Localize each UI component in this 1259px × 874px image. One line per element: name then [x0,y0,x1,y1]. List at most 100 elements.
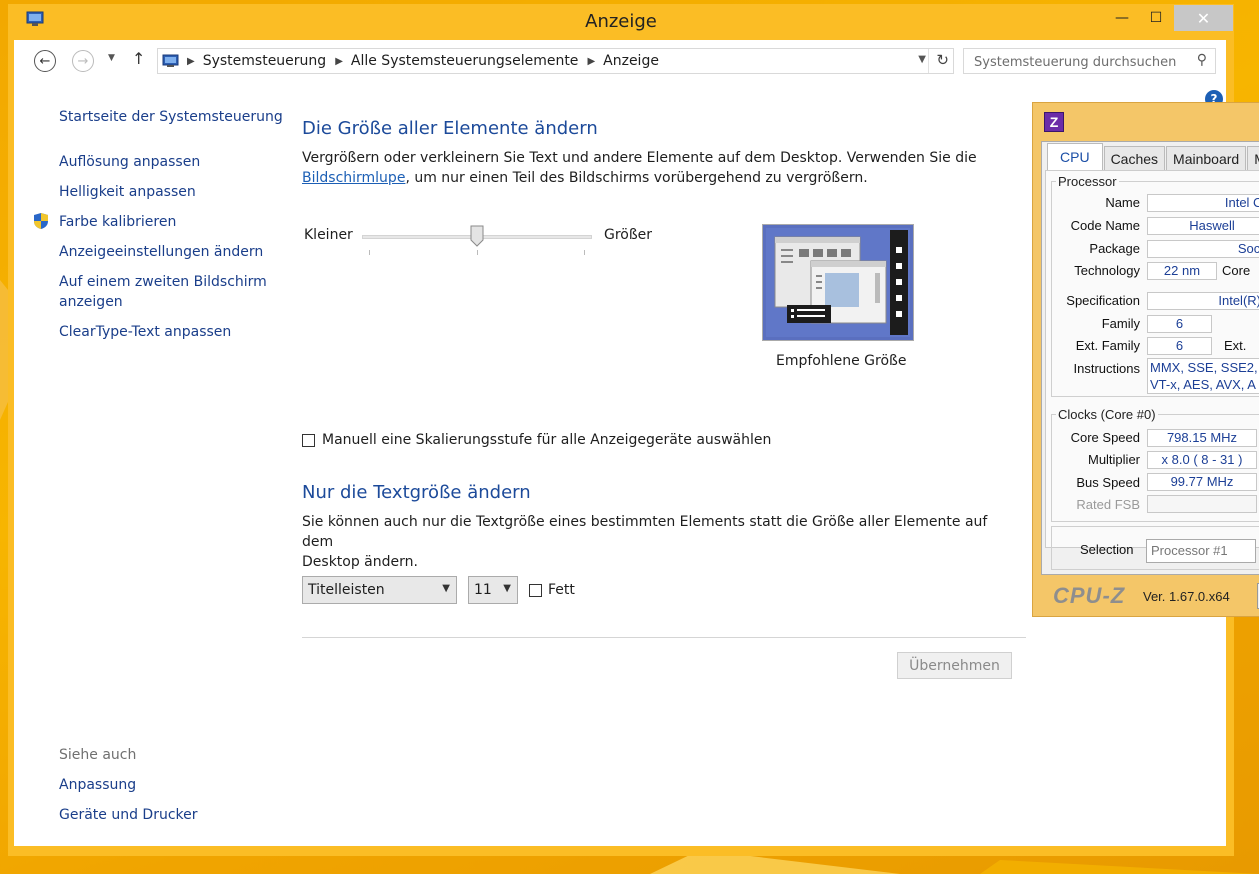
see-also-heading: Siehe auch [59,747,137,763]
codename-value: Haswell [1147,217,1259,235]
refresh-icon[interactable]: ↻ [936,51,949,69]
instructions-label: Instructions [1073,361,1140,376]
cpuz-cpu-panel: Processor Name Intel Cor Code Name Haswe… [1045,170,1259,548]
window-title: Anzeige [585,11,657,32]
size-slider-thumb[interactable] [470,225,484,247]
codename-label: Code Name [1070,218,1140,233]
maximize-icon: ☐ [1149,10,1163,26]
close-icon: ✕ [1196,8,1211,28]
package-label: Package [1089,241,1140,256]
cpuz-tabs: CPU Caches Mainboard Me [1047,143,1259,170]
font-size-select[interactable]: 11 ▼ [468,576,518,604]
maximize-button[interactable]: ☐ [1139,5,1173,31]
sidebar-item-cleartype[interactable]: ClearType-Text anpassen [59,324,231,340]
description-text-a: Vergrößern oder verkleinern Sie Text und… [302,150,977,166]
processor-select[interactable]: Processor #1 [1146,539,1256,563]
extfamily-value: 6 [1147,337,1212,355]
element-select-value: Titelleisten [308,582,385,598]
search-input[interactable] [972,52,1186,72]
tab-mainboard[interactable]: Mainboard [1166,146,1247,170]
search-icon[interactable]: ⚲ [1197,52,1207,68]
search-box[interactable]: ⚲ [963,48,1216,74]
chevron-down-icon: ▼ [442,583,450,594]
busspeed-label: Bus Speed [1076,475,1140,490]
ext-label: Ext. [1224,338,1247,353]
breadcrumb-alle-elemente[interactable]: Alle Systemsteuerungselemente [351,53,579,69]
sidebar-item-home[interactable]: Startseite der Systemsteuerung [59,109,283,125]
multiplier-value: x 8.0 ( 8 - 31 ) [1147,451,1257,469]
chevron-right-icon: ▶ [187,55,195,67]
multiplier-label: Multiplier [1087,452,1140,467]
slider-tick [369,250,370,255]
slider-tick [477,250,478,255]
bold-checkbox[interactable] [529,584,542,597]
section-title-scale: Die Größe aller Elemente ändern [302,118,598,139]
recent-locations-dropdown[interactable]: ▼ [108,53,115,63]
slider-max-label: Größer [604,227,653,243]
selection-label: Selection [1080,542,1134,557]
chevron-right-icon: ▶ [335,55,343,67]
magnifier-link[interactable]: Bildschirmlupe [302,170,405,186]
divider [928,49,929,73]
see-also-devices-printers[interactable]: Geräte und Drucker [59,807,198,823]
manual-scaling-label[interactable]: Manuell eine Skalierungsstufe für alle A… [322,432,771,448]
cpuz-logo-icon: Z [1044,112,1064,132]
section-title-textsize: Nur die Textgröße ändern [302,482,531,503]
preview-caption: Empfohlene Größe [776,353,907,369]
core-label: Core [1222,263,1251,278]
manual-scaling-checkbox[interactable] [302,434,315,447]
family-value: 6 [1147,315,1212,333]
clocks-group-label: Clocks (Core #0) [1056,407,1158,422]
back-button[interactable]: ← [34,50,56,72]
technology-value: 22 nm [1147,262,1217,280]
description-text-b: , um nur einen Teil des Bildschirms vorü… [405,170,868,186]
ratedfsb-label: Rated FSB [1076,497,1140,512]
chevron-right-icon: ▶ [587,55,596,67]
breadcrumb[interactable]: ▶ Systemsteuerung ▶ Alle Systemsteuerung… [157,48,954,74]
section-description-scale: Vergrößern oder verkleinern Sie Text und… [302,148,1002,188]
tab-cpu[interactable]: CPU [1047,143,1103,170]
busspeed-value: 99.77 MHz [1147,473,1257,491]
specification-label: Specification [1066,293,1140,308]
tab-caches[interactable]: Caches [1103,146,1166,170]
arrow-right-icon: → [77,53,89,69]
bold-label[interactable]: Fett [548,582,575,598]
address-bar: ← → ▼ ↑ ▶ Systemsteuerung ▶ Alle Systems… [14,40,1226,80]
address-dropdown-icon[interactable]: ▼ [918,54,926,65]
apply-button[interactable]: Übernehmen [897,652,1012,679]
arrow-left-icon: ← [39,53,51,69]
chevron-down-icon: ▼ [108,53,115,63]
divider [302,637,1026,638]
control-panel-icon [162,54,179,67]
cpuz-brand: CPU-Z [1053,583,1126,608]
sidebar-item-brightness[interactable]: Helligkeit anpassen [59,184,196,200]
breadcrumb-systemsteuerung[interactable]: Systemsteuerung [203,53,326,69]
arrow-up-icon: ↑ [132,49,146,68]
up-button[interactable]: ↑ [132,49,145,68]
corespeed-value: 798.15 MHz [1147,429,1257,447]
breadcrumb-anzeige[interactable]: Anzeige [603,53,659,69]
forward-button[interactable]: → [72,50,94,72]
minimize-button[interactable]: — [1105,5,1139,31]
cpuz-version: Ver. 1.67.0.x64 [1143,589,1230,604]
title-bar[interactable]: Anzeige — ☐ ✕ [8,4,1234,40]
specification-value: Intel(R) C [1147,292,1259,310]
instructions-value: MMX, SSE, SSE2, VT-x, AES, AVX, A [1147,358,1259,394]
package-value: Socke [1147,240,1259,258]
see-also-personalization[interactable]: Anpassung [59,777,136,793]
sidebar-item-display-settings[interactable]: Anzeigeeinstellungen ändern [59,244,263,260]
section-description-textsize: Sie können auch nur die Textgröße eines … [302,512,1002,572]
uac-shield-icon [34,213,48,229]
element-select[interactable]: Titelleisten ▼ [302,576,457,604]
description-text-a: Sie können auch nur die Textgröße eines … [302,514,988,550]
slider-tick [584,250,585,255]
sidebar-item-second-screen[interactable]: Auf einem zweiten Bildschirm [59,274,267,290]
close-button[interactable]: ✕ [1174,5,1233,31]
minimize-icon: — [1115,10,1129,26]
extfamily-label: Ext. Family [1075,338,1140,353]
corespeed-label: Core Speed [1070,430,1140,445]
sidebar-item-second-screen-2[interactable]: anzeigen [59,294,123,310]
sidebar-item-calibrate[interactable]: Farbe kalibrieren [59,214,176,230]
tab-memory[interactable]: Me [1247,146,1259,170]
sidebar-item-resolution[interactable]: Auflösung anpassen [59,154,200,170]
